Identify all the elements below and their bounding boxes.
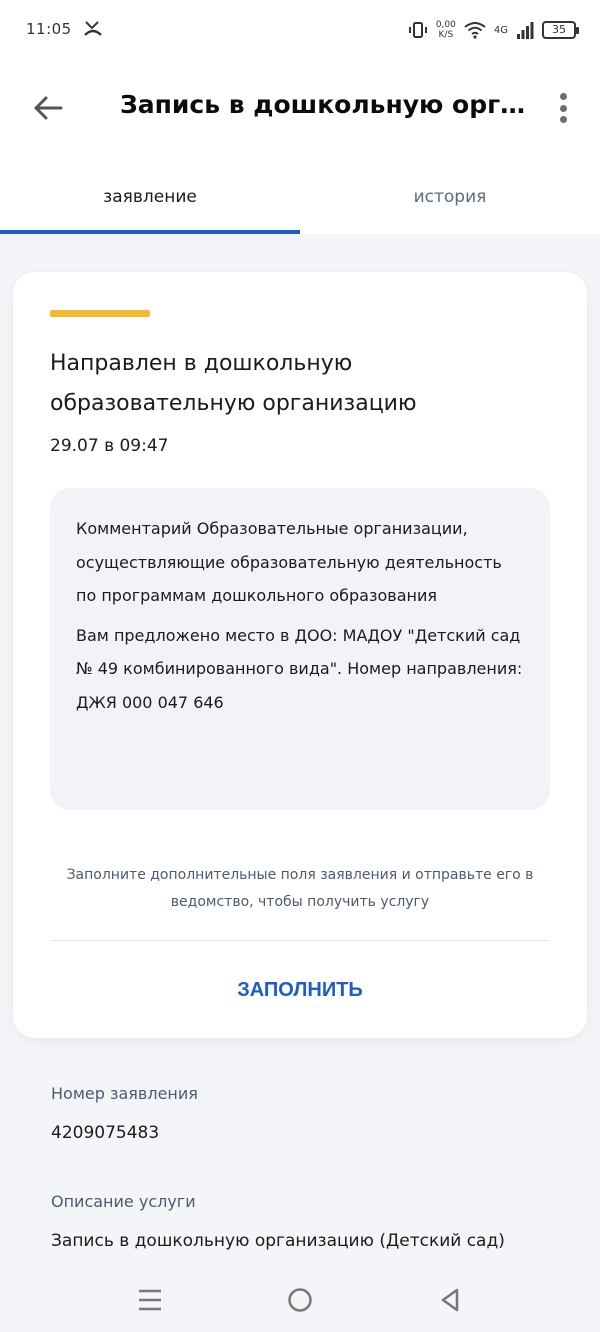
page-title: Запись в дошкольную орга...	[120, 90, 530, 119]
back-button[interactable]	[28, 88, 68, 128]
home-circle-icon	[288, 1288, 312, 1312]
network-speed-value: 0,00	[435, 20, 456, 30]
menu-icon	[139, 1289, 161, 1311]
status-date: 29.07 в 09:47	[50, 436, 169, 456]
tab-bar: заявление история	[0, 160, 600, 234]
wifi-icon	[464, 22, 486, 39]
application-number-label: Номер заявления	[51, 1084, 198, 1103]
back-nav-button[interactable]	[432, 1282, 468, 1318]
arrow-left-icon	[34, 96, 63, 120]
comment-box: Комментарий Образовательные организации,…	[50, 488, 550, 810]
triangle-back-icon	[441, 1288, 459, 1312]
system-navigation-bar	[0, 1268, 600, 1332]
network-speed: 0,00 K/S	[436, 20, 456, 40]
status-bar: 11:05 0,00 K/S 4G 35	[0, 0, 600, 60]
fill-hint: Заполните дополнительные поля заявления …	[66, 867, 534, 910]
application-status-card: Направлен в дошкольную образовательную о…	[13, 272, 587, 1038]
signal-icon	[517, 22, 534, 39]
fill-button[interactable]: ЗАПОЛНИТЬ	[50, 966, 550, 1014]
status-title: Направлен в дошкольную образовательную о…	[50, 351, 417, 416]
divider	[50, 940, 550, 941]
app-bar: Запись в дошкольную орга...	[0, 60, 600, 160]
application-number: 4209075483	[51, 1123, 160, 1143]
status-indicator-stripe	[50, 310, 150, 317]
tab-application[interactable]: заявление	[0, 160, 300, 234]
comment-text: Комментарий Образовательные организации,…	[76, 519, 502, 605]
more-options-button[interactable]	[548, 90, 578, 126]
battery-indicator: 35	[542, 21, 579, 39]
service-description: Запись в дошкольную организацию (Детский…	[51, 1231, 505, 1251]
network-speed-unit: K/S	[438, 30, 454, 40]
tab-history[interactable]: история	[300, 160, 600, 234]
more-vertical-icon	[559, 93, 567, 100]
home-button[interactable]	[282, 1282, 318, 1318]
offer-text: Вам предложено место в ДОО: МАДОУ "Детск…	[76, 625, 523, 712]
vibrate-icon	[408, 22, 427, 38]
missed-call-icon	[84, 21, 102, 36]
network-type: 4G	[493, 24, 508, 36]
status-indicators: 0,00 K/S 4G 35	[408, 16, 579, 44]
recent-apps-button[interactable]	[132, 1282, 168, 1318]
service-description-label: Описание услуги	[51, 1192, 196, 1211]
status-time: 11:05	[26, 20, 72, 38]
